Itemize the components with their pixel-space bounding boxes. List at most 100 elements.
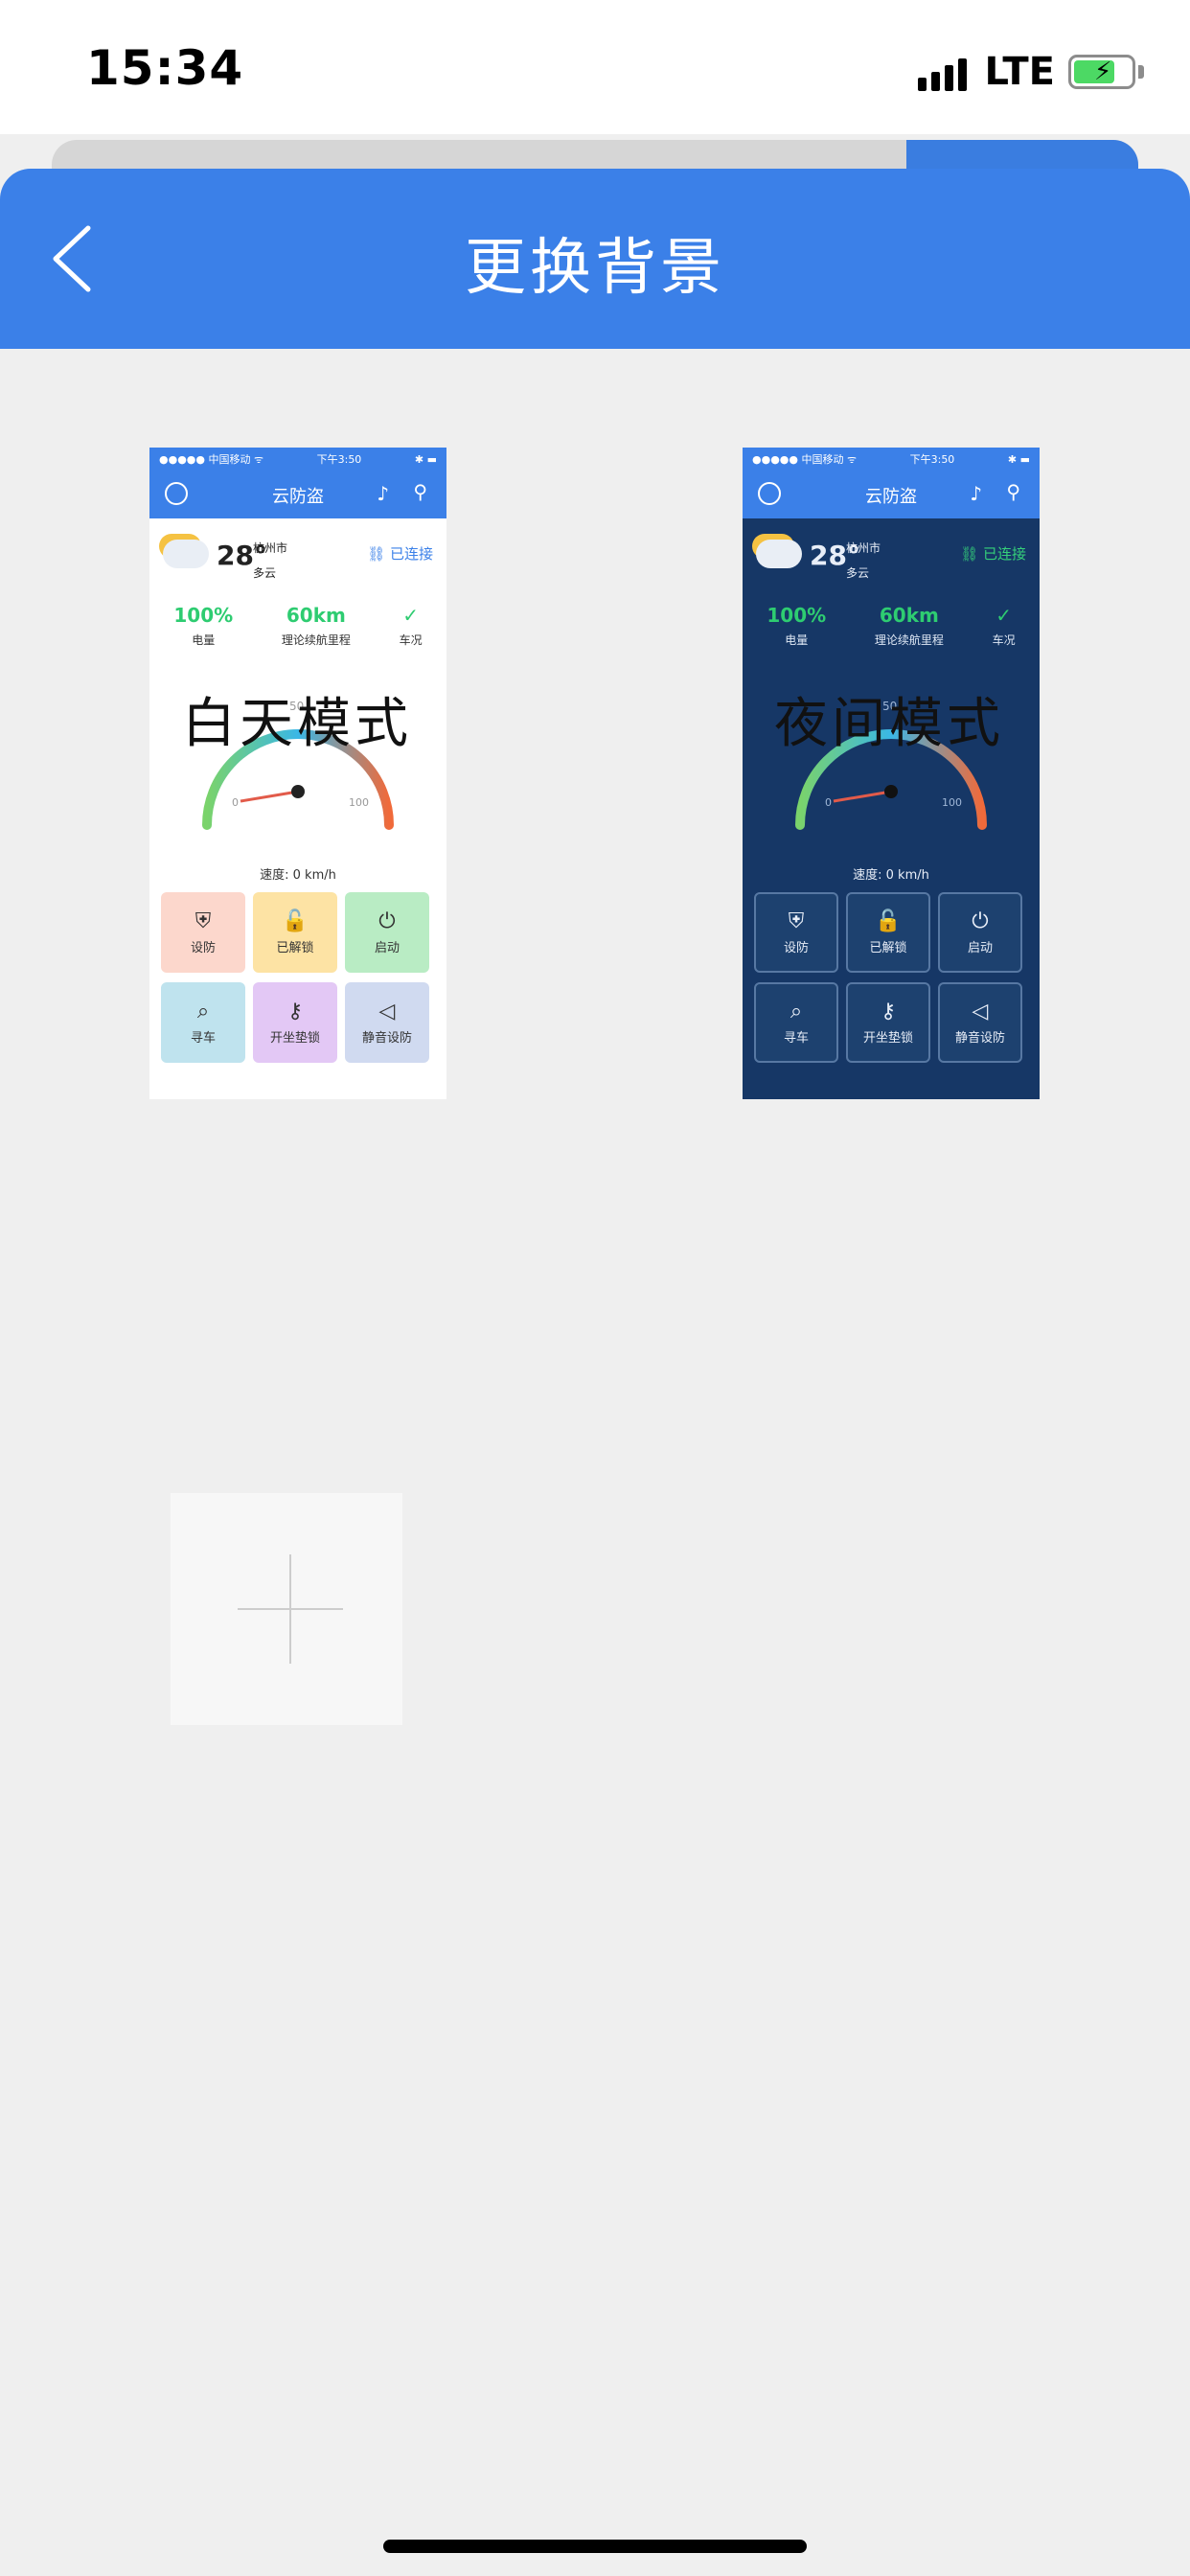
shield-icon: ⛨ (788, 909, 805, 933)
preview-stats: 100% 电量 60km 理论续航里程 ✓ 车况 (743, 593, 1040, 662)
status-bar: 15:34 LTE ⚡ (0, 0, 1190, 134)
preview-speed: 速度: 0 km/h (260, 868, 336, 883)
stat-battery: 100% 电量 (173, 599, 233, 662)
preview-status-icons: ✱ ▬ (414, 452, 437, 466)
theme-preview-night: ●●●●● 中国移动 ᯤ 下午3:50 ✱ ▬ 云防盗 ♪ ⚲ 28° 杭州市 … (743, 448, 1040, 1099)
shield-icon: ⛨ (195, 909, 212, 933)
partly-cloudy-icon (163, 540, 209, 568)
find-car-button: ⌕ 寻车 (754, 982, 838, 1063)
battery-value: 100% (173, 604, 234, 627)
preview-city: 杭州市 多云 (846, 536, 881, 586)
preview-time: 下午3:50 (909, 453, 955, 466)
svg-text:100: 100 (349, 796, 369, 809)
preview-status-bar: ●●●●● 中国移动 ᯤ 下午3:50 ✱ ▬ (743, 448, 1040, 471)
theme-option-night[interactable]: ●●●●● 中国移动 ᯤ 下午3:50 ✱ ▬ 云防盗 ♪ ⚲ 28° 杭州市 … (743, 448, 1040, 1099)
range-label: 理论续航里程 (281, 633, 351, 647)
unlocked-button: 🔓 已解锁 (846, 892, 930, 973)
city-name: 杭州市 (253, 541, 288, 555)
preview-button-grid: ⛨ 设防 🔓 已解锁 ⏻ 启动 ⌕ 寻车 ⚷ 开坐垫锁 ◁ 静音设防 (149, 883, 446, 1072)
start-button: ⏻ 启动 (938, 892, 1022, 973)
preview-speed: 速度: 0 km/h (853, 868, 929, 883)
preview-link-status: ⛓ 已连接 (367, 543, 433, 564)
preview-weather: 28° 杭州市 多云 ⛓ 已连接 (149, 518, 446, 593)
partly-cloudy-icon (756, 540, 802, 568)
range-label: 理论续航里程 (874, 633, 944, 647)
preview-status-bar: ●●●●● 中国移动 ᯤ 下午3:50 ✱ ▬ (149, 448, 446, 471)
theme-label-night[interactable]: 夜间模式 (688, 680, 1090, 758)
location-icon: ⚲ (413, 480, 427, 503)
mute-icon: ◁ (972, 1000, 989, 1024)
stat-range: 60km 理论续航里程 (282, 599, 351, 662)
power-icon: ⏻ (378, 909, 396, 933)
weather-text: 多云 (846, 566, 870, 580)
range-value: 60km (286, 604, 346, 627)
battery-label: 电量 (785, 633, 809, 647)
stat-condition: ✓ 车况 (993, 599, 1016, 662)
unlock-icon: 🔓 (282, 909, 309, 933)
search-icon: ⌕ (790, 1000, 803, 1024)
stat-condition: ✓ 车况 (400, 599, 423, 662)
page-title: 更换背景 (465, 233, 725, 304)
preview-header: 云防盗 ♪ ⚲ (743, 471, 1040, 518)
unlocked-button: 🔓 已解锁 (253, 892, 337, 973)
link-icon: ⛓ (960, 545, 979, 563)
stat-range: 60km 理论续航里程 (875, 599, 944, 662)
bell-icon: ♪ (377, 482, 389, 505)
battery-charging-icon: ⚡ (1068, 55, 1135, 89)
silent-arm-button: ◁ 静音设防 (938, 982, 1022, 1063)
battery-label: 电量 (192, 633, 216, 647)
theme-label-day[interactable]: 白天模式 (96, 680, 498, 758)
key-icon: ⚷ (286, 1000, 304, 1024)
preview-time: 下午3:50 (316, 453, 362, 466)
preview-weather: 28° 杭州市 多云 ⛓ 已连接 (743, 518, 1040, 593)
status-time: 15:34 (86, 40, 244, 96)
svg-text:0: 0 (232, 796, 239, 809)
link-status-text: 已连接 (982, 545, 1026, 563)
seat-lock-button: ⚷ 开坐垫锁 (253, 982, 337, 1063)
preview-carrier: ●●●●● 中国移动 ᯤ (159, 453, 264, 466)
location-icon: ⚲ (1006, 480, 1020, 503)
theme-preview-day: ●●●●● 中国移动 ᯤ 下午3:50 ✱ ▬ 云防盗 ♪ ⚲ 28° 杭州市 … (149, 448, 446, 1099)
range-value: 60km (879, 604, 939, 627)
check-circle-icon: ✓ (402, 604, 419, 627)
link-status-text: 已连接 (389, 545, 433, 563)
arm-button: ⛨ 设防 (161, 892, 245, 973)
preview-city: 杭州市 多云 (253, 536, 287, 586)
signal-bars-icon (917, 53, 972, 91)
arm-button: ⛨ 设防 (754, 892, 838, 973)
bell-icon: ♪ (970, 482, 982, 505)
link-icon: ⛓ (367, 545, 386, 563)
condition-label: 车况 (399, 633, 423, 647)
find-car-button: ⌕ 寻车 (161, 982, 245, 1063)
preview-stats: 100% 电量 60km 理论续航里程 ✓ 车况 (149, 593, 446, 662)
battery-tip (1138, 65, 1144, 79)
power-icon: ⏻ (972, 909, 989, 933)
add-background-button[interactable] (171, 1493, 402, 1725)
svg-text:0: 0 (825, 796, 832, 809)
preview-carrier: ●●●●● 中国移动 ᯤ (752, 453, 858, 466)
check-circle-icon: ✓ (995, 604, 1012, 627)
mute-icon: ◁ (378, 1000, 396, 1024)
weather-text: 多云 (253, 566, 277, 580)
preview-link-status: ⛓ 已连接 (960, 543, 1026, 564)
preview-app-title: 云防盗 (272, 487, 324, 507)
start-button: ⏻ 启动 (345, 892, 429, 973)
silent-arm-button: ◁ 静音设防 (345, 982, 429, 1063)
home-indicator[interactable] (383, 2540, 807, 2553)
condition-label: 车况 (992, 633, 1016, 647)
status-indicators: LTE ⚡ (917, 50, 1144, 94)
seat-lock-button: ⚷ 开坐垫锁 (846, 982, 930, 1063)
stat-battery: 100% 电量 (767, 599, 826, 662)
nav-bar: 更换背景 (0, 169, 1190, 349)
theme-option-day[interactable]: ●●●●● 中国移动 ᯤ 下午3:50 ✱ ▬ 云防盗 ♪ ⚲ 28° 杭州市 … (149, 448, 446, 1099)
battery-value: 100% (767, 604, 827, 627)
city-name: 杭州市 (846, 541, 881, 555)
svg-text:100: 100 (942, 796, 962, 809)
key-icon: ⚷ (880, 1000, 897, 1024)
network-type: LTE (984, 50, 1055, 94)
preview-button-grid: ⛨ 设防 🔓 已解锁 ⏻ 启动 ⌕ 寻车 ⚷ 开坐垫锁 ◁ 静音设防 (743, 883, 1040, 1072)
preview-header: 云防盗 ♪ ⚲ (149, 471, 446, 518)
unlock-icon: 🔓 (875, 909, 902, 933)
preview-status-icons: ✱ ▬ (1007, 452, 1030, 466)
preview-app-title: 云防盗 (865, 487, 917, 507)
